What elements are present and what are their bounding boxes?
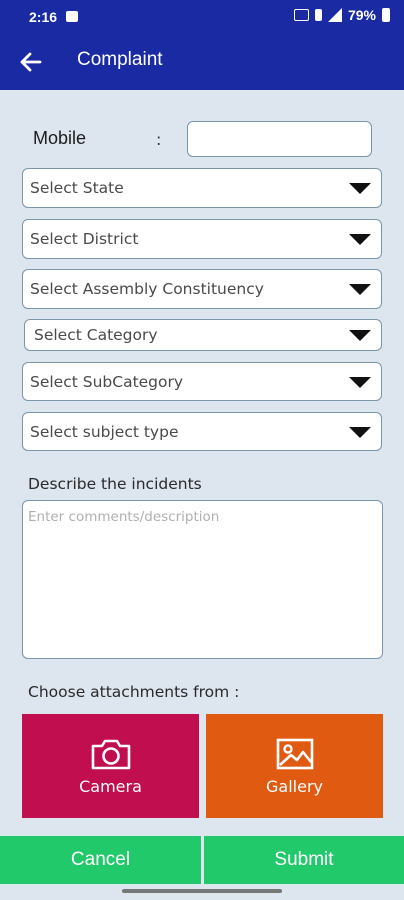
- mobile-label: Mobile: [33, 128, 87, 148]
- select-subcategory-label: Select SubCategory: [30, 373, 184, 391]
- status-time: 2:16: [29, 9, 58, 25]
- select-subject-type[interactable]: Select subject type: [22, 412, 382, 451]
- select-state[interactable]: Select State: [22, 168, 382, 208]
- back-button[interactable]: [18, 49, 44, 75]
- mobile-input[interactable]: [187, 121, 372, 157]
- camera-label: Camera: [79, 776, 142, 796]
- description-label: Describe the incidents: [28, 475, 202, 493]
- navigation-handle[interactable]: [122, 889, 282, 893]
- select-subject-label: Select subject type: [30, 423, 179, 441]
- cancel-button[interactable]: Cancel: [0, 836, 201, 884]
- camera-icon: [91, 739, 130, 769]
- status-icons: 79%: [293, 7, 390, 23]
- select-category-label: Select Category: [34, 326, 158, 344]
- select-assembly-constituency[interactable]: Select Assembly Constituency: [22, 269, 382, 309]
- signal-icon: [327, 8, 342, 22]
- nfc-icon: [293, 9, 309, 21]
- gallery-button[interactable]: Gallery: [206, 714, 383, 818]
- submit-button[interactable]: Submit: [204, 836, 404, 884]
- chevron-down-icon: [349, 427, 371, 438]
- chevron-down-icon: [349, 234, 371, 245]
- battery-icon: [382, 8, 390, 22]
- description-textarea[interactable]: Enter comments/description: [22, 500, 383, 659]
- chevron-down-icon: [349, 330, 371, 341]
- camera-button[interactable]: Camera: [22, 714, 199, 818]
- chevron-down-icon: [349, 183, 371, 194]
- vibrate-icon: [314, 9, 322, 21]
- select-category[interactable]: Select Category: [24, 319, 382, 351]
- mobile-colon: :: [156, 130, 162, 149]
- chevron-down-icon: [349, 377, 371, 388]
- battery-percent: 79%: [347, 7, 376, 23]
- select-assembly-label: Select Assembly Constituency: [30, 280, 264, 298]
- description-placeholder: Enter comments/description: [28, 509, 220, 525]
- gallery-icon: [276, 738, 313, 769]
- gallery-label: Gallery: [266, 776, 323, 796]
- chevron-down-icon: [349, 284, 371, 295]
- select-district[interactable]: Select District: [22, 219, 382, 259]
- image-notification-icon: [66, 11, 78, 22]
- attachments-label: Choose attachments from :: [28, 683, 240, 701]
- page-title: Complaint: [77, 49, 163, 70]
- select-state-label: Select State: [30, 179, 124, 197]
- app-bar: Complaint: [0, 33, 404, 90]
- arrow-left-icon: [20, 52, 42, 72]
- select-district-label: Select District: [30, 230, 139, 248]
- status-bar: 2:16 79%: [0, 0, 404, 33]
- select-subcategory[interactable]: Select SubCategory: [22, 362, 382, 401]
